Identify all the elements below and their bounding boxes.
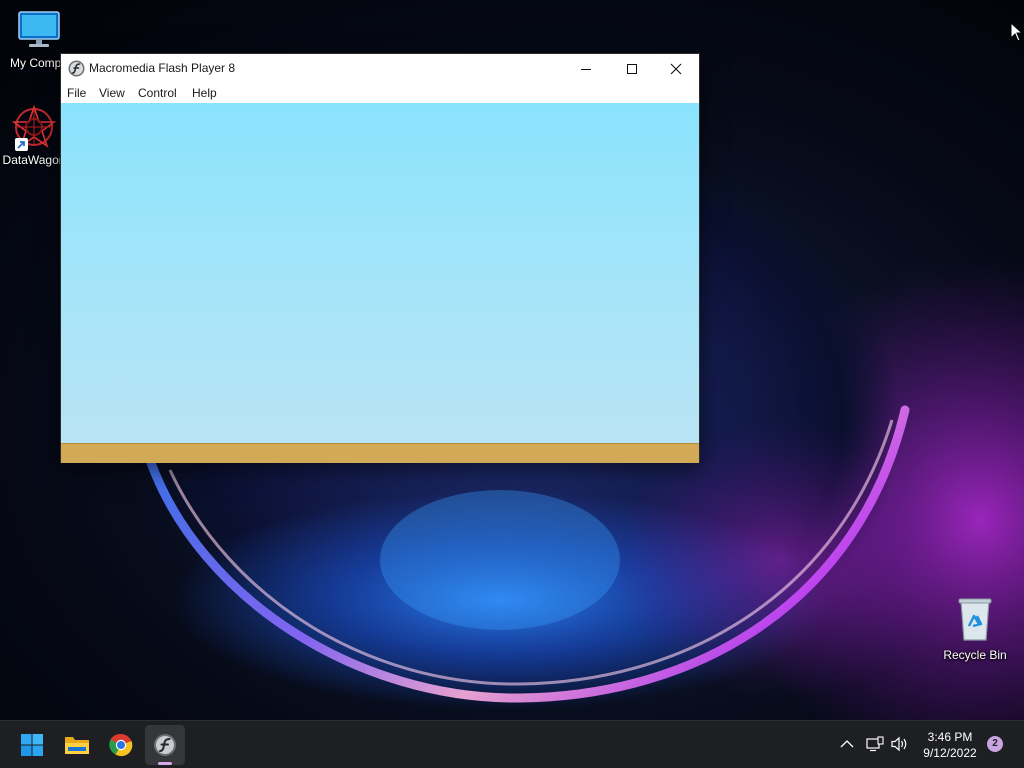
taskbar-file-explorer[interactable] [57, 725, 97, 765]
minimize-icon [581, 68, 591, 70]
chrome-icon [109, 733, 133, 757]
flash-player-icon [68, 60, 85, 77]
flash-player-icon [154, 734, 176, 756]
clock[interactable]: 3:46 PM 9/12/2022 [916, 729, 984, 761]
start-button[interactable] [12, 725, 52, 765]
maximize-button[interactable] [609, 54, 655, 83]
menu-help[interactable]: Help [192, 86, 217, 100]
title-bar[interactable]: Macromedia Flash Player 8 [61, 54, 699, 83]
volume-icon [891, 736, 907, 752]
chevron-up-icon [840, 740, 854, 748]
close-button[interactable] [653, 54, 699, 83]
network-icon [866, 736, 884, 752]
clock-time: 3:46 PM [927, 730, 973, 744]
menu-view[interactable]: View [99, 86, 125, 100]
maximize-icon [627, 63, 637, 74]
flash-stage-ground [61, 443, 699, 463]
windows-start-icon [21, 734, 43, 756]
active-app-indicator [158, 762, 172, 765]
desktop: My Compu DataWagon Recycle Bin Macromedi… [0, 0, 1024, 720]
flash-stage[interactable] [61, 103, 699, 443]
close-icon [670, 63, 682, 74]
clock-date: 9/12/2022 [923, 746, 977, 760]
volume-button[interactable] [890, 735, 910, 753]
taskbar-chrome[interactable] [101, 725, 141, 765]
shortcut-arrow-icon [15, 138, 28, 151]
monitor-icon [18, 11, 60, 47]
recycle-bin-icon [958, 598, 992, 641]
network-button[interactable] [865, 735, 885, 753]
window-title: Macromedia Flash Player 8 [89, 61, 236, 75]
notification-badge[interactable]: 2 [987, 736, 1003, 752]
menu-file[interactable]: File [67, 86, 86, 100]
folder-icon [65, 737, 89, 754]
desktop-icon-recycle-bin[interactable]: Recycle Bin [937, 596, 1013, 662]
mouse-cursor-icon [1010, 22, 1024, 42]
flash-player-window[interactable]: Macromedia Flash Player 8 File View Cont… [60, 53, 700, 463]
menu-bar: File View Control Help [61, 83, 699, 103]
taskbar: 3:46 PM 9/12/2022 [0, 720, 1024, 768]
minimize-button[interactable] [563, 54, 609, 83]
desktop-icon-label: Recycle Bin [943, 648, 1007, 662]
show-hidden-icons-button[interactable] [838, 735, 856, 753]
menu-control[interactable]: Control [138, 86, 177, 100]
taskbar-flash-player[interactable] [145, 725, 185, 765]
